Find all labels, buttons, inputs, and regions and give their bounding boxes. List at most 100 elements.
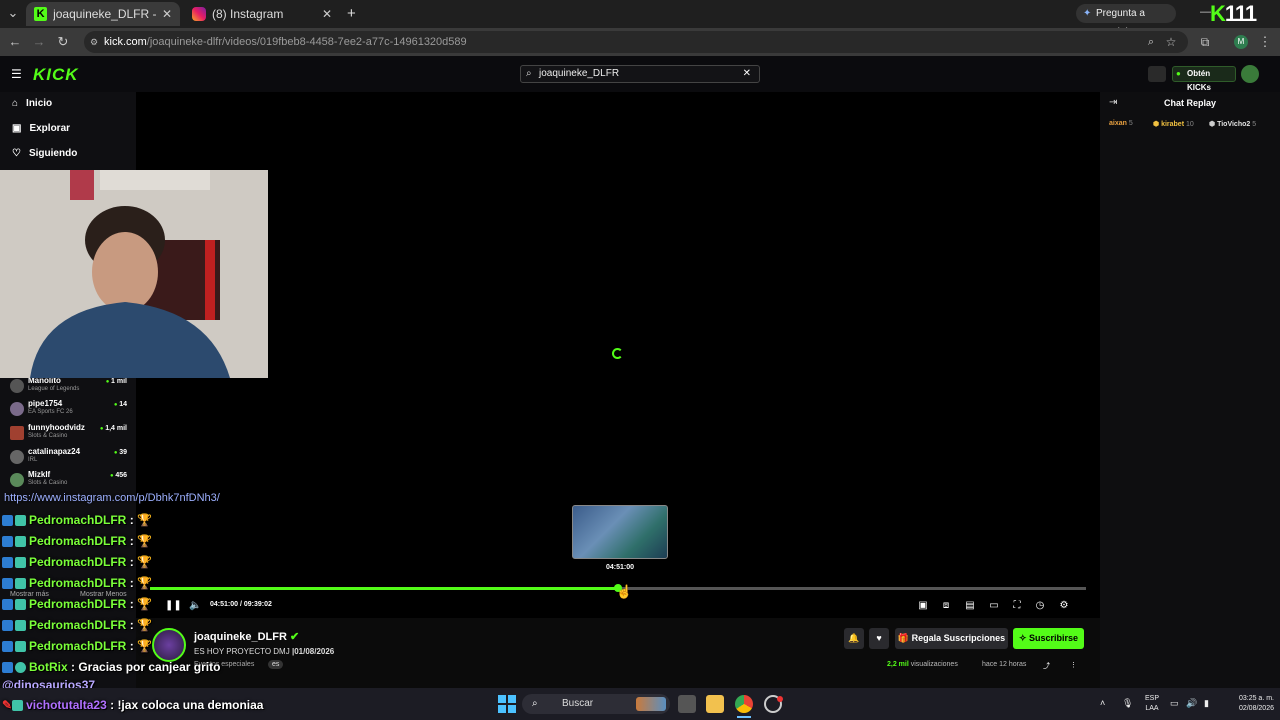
sidebar-channel[interactable]: funnyhoodvidzSlots & Casino 1,4 mil [8, 423, 133, 445]
tab-instagram[interactable]: (8) Instagram ✕ [184, 2, 340, 26]
extensions-icon[interactable]: ⧉ [1196, 33, 1214, 51]
fullscreen-icon[interactable]: ⛶ [1011, 600, 1023, 612]
lang-bottom: LAA [1145, 705, 1159, 712]
clear-search-icon[interactable]: ✕ [743, 66, 751, 82]
chat-separator: : [129, 597, 134, 611]
gifter-badge-icon [15, 599, 26, 611]
gift-badge-icon: ⬢ [1153, 121, 1160, 128]
reload-icon[interactable]: ↻ [54, 33, 72, 51]
gift-subscriptions-button[interactable]: 🎁 Regala Suscripciones [895, 628, 1008, 649]
webcam-overlay [0, 170, 268, 378]
site-info-icon[interactable]: ⚙ [90, 31, 98, 53]
volume-icon[interactable]: 🔈 [189, 600, 201, 612]
kicks-coin-icon: ● [1176, 69, 1181, 78]
language-tag[interactable]: es [268, 660, 284, 669]
more-options-icon[interactable]: ⋮ [1070, 661, 1077, 669]
channel-avatar [10, 379, 24, 393]
browser-menu-icon[interactable]: ⋮ [1256, 33, 1274, 51]
gifter-count: 10 [1186, 121, 1194, 128]
collapse-chat-icon[interactable]: ⇥ [1109, 97, 1117, 108]
hamburger-menu-icon[interactable]: ☰ [11, 67, 22, 81]
gift-icon: 🎁 [897, 633, 910, 643]
search-input[interactable]: ⌕ joaquineke_DLFR ✕ [520, 65, 760, 83]
subscribe-button[interactable]: ✧ Suscribirse [1013, 628, 1084, 649]
streamer-avatar[interactable] [152, 628, 186, 662]
task-view-icon[interactable] [678, 695, 696, 713]
star-icon: ✧ [1018, 633, 1027, 643]
clip-icon[interactable]: ⧈ [940, 600, 952, 612]
search-value: joaquineke_DLFR [539, 68, 620, 79]
chrome-icon[interactable] [735, 695, 753, 713]
gifter-entry[interactable]: ⬢ TioVicho2 5 [1209, 120, 1256, 128]
time-separator: / [239, 601, 242, 608]
forward-icon[interactable]: → [30, 33, 48, 51]
playback-speed-icon[interactable]: ◷ [1034, 600, 1046, 612]
captions-icon[interactable]: ▤ [964, 600, 976, 612]
chat-username: PedromachDLFR [29, 597, 127, 611]
theater-mode-icon[interactable]: ▭ [988, 600, 1000, 612]
sidebar-item-explorar[interactable]: ▣ Explorar [12, 118, 70, 138]
new-tab-button[interactable]: + [347, 5, 356, 22]
kick-favicon-icon: K [34, 7, 48, 21]
chat-title: Chat Replay [1164, 98, 1217, 108]
notifications-bell-icon[interactable]: 🔔 [844, 628, 864, 649]
sidebar-channel[interactable]: pipe1754EA Sports FC 26 14 [8, 399, 133, 421]
gifter-entry[interactable]: ⬢ kirabet 10 [1153, 120, 1194, 128]
overlay-chat-message: BotRix : Gracias por canjear grito [2, 660, 220, 674]
gemini-button[interactable]: ✦ Pregunta a Gemini [1076, 4, 1176, 38]
gifter-badge-icon [15, 641, 26, 653]
share-icon[interactable]: ⤴ [1043, 661, 1050, 671]
url-path: /joaquineke-dlfr/videos/019fbeb8-4458-7e… [146, 36, 467, 48]
windows-start-icon[interactable] [498, 695, 516, 713]
follow-heart-icon[interactable]: ♥ [869, 628, 889, 649]
user-avatar[interactable] [1241, 65, 1259, 83]
pause-icon[interactable]: ❚❚ [165, 600, 182, 612]
sidebar-channel[interactable]: ManolitoLeague of Legends1 mil [8, 376, 133, 398]
speaker-icon[interactable]: 🔊 [1186, 698, 1197, 708]
sidebar-item-label: Explorar [29, 122, 71, 134]
tab-list-chevron-icon[interactable]: ⌄ [4, 4, 22, 22]
tray-chevron-icon[interactable]: ˄ [1100, 698, 1105, 708]
network-icon[interactable]: ▭ [1170, 698, 1179, 708]
sidebar-channel[interactable]: catalinapaz24IRL 39 [8, 447, 133, 469]
address-bar[interactable]: ⚙ kick.com/joaquineke-dlfr/videos/019fbe… [84, 31, 1188, 53]
streamer-name[interactable]: joaquineke_DLFR ✔ [194, 630, 299, 643]
close-tab-icon[interactable]: ✕ [162, 7, 172, 21]
microphone-icon[interactable]: 🎙 [1122, 698, 1133, 708]
chat-username: PedromachDLFR [29, 555, 127, 569]
broadcaster-badge-icon: ✎ [2, 698, 13, 712]
mod-badge-icon [2, 662, 13, 674]
miniplayer-icon[interactable]: ▣ [917, 600, 929, 612]
overlay-chat-message: PedromachDLFR : 🏆 [2, 597, 152, 611]
bookmark-star-icon[interactable]: ☆ [1162, 33, 1180, 51]
overlay-chat-link[interactable]: https://www.instagram.com/p/Dbhk7nfDNh3/ [4, 492, 220, 504]
chat-message-text: : !jax coloca una demoniaa [110, 698, 264, 712]
channel-name: funnyhoodvidz [28, 423, 85, 432]
language-indicator[interactable]: ESP LAA [1140, 694, 1164, 714]
chat-separator: : [129, 639, 134, 653]
profile-avatar[interactable]: M [1234, 35, 1248, 49]
sub-badge-icon [2, 599, 13, 611]
search-icon: ⌕ [526, 68, 532, 79]
gifter-entry[interactable]: aixan 5 [1109, 120, 1133, 127]
stream-date: |01/08/2026 [291, 647, 335, 656]
tab-kick[interactable]: K joaquineke_DLFR - Watch the V ✕ [26, 2, 180, 26]
channel-viewers: 1 mil [106, 378, 127, 385]
layout-toggle-button[interactable] [1148, 66, 1166, 82]
sidebar-channel[interactable]: MizklfSlots & Casino 456 [8, 470, 133, 492]
close-tab-icon[interactable]: ✕ [322, 7, 332, 21]
file-explorer-icon[interactable] [706, 695, 724, 713]
zoom-icon[interactable]: ⌕ [1142, 33, 1160, 51]
kick-logo[interactable]: KICK [33, 65, 79, 85]
sidebar-item-siguiendo[interactable]: ♡ Siguiendo [12, 143, 77, 163]
back-icon[interactable]: ← [6, 33, 24, 51]
battery-icon[interactable]: ▮ [1204, 698, 1209, 708]
get-kicks-button[interactable]: ● Obtén KICKs [1172, 66, 1236, 92]
tab-title: (8) Instagram [212, 7, 284, 21]
sub-badge-icon [2, 578, 13, 590]
taskbar-search[interactable]: ⌕ Buscar [522, 694, 670, 714]
overlay-chat-message: ✎ vichotutalta23 : !jax coloca una demoni… [2, 698, 263, 712]
settings-gear-icon[interactable]: ⚙ [1058, 600, 1070, 612]
sidebar-item-inicio[interactable]: ⌂ Inicio [12, 93, 52, 113]
clock[interactable]: 03:25 a. m. 02/08/2026 [1222, 694, 1274, 714]
